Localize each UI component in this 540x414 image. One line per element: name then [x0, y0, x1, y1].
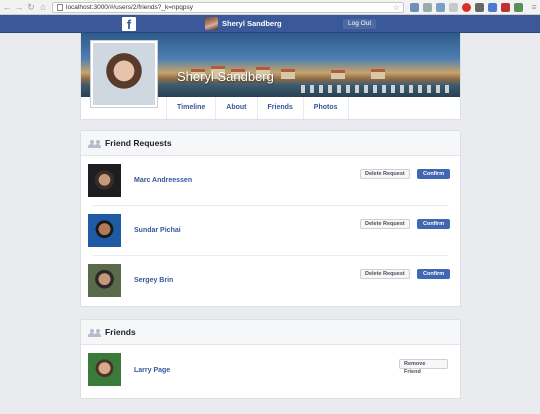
avatar[interactable] [88, 353, 121, 386]
friend-request-row: Sundar Pichai Delete Request Confirm [88, 206, 451, 256]
top-navbar: f Sheryl Sandberg Log Out [0, 15, 540, 33]
address-bar[interactable]: localhost:3000/#/users/2/friends?_k=npqp… [52, 2, 404, 13]
friends-title: Friends [105, 327, 136, 337]
logout-button[interactable]: Log Out [342, 18, 378, 30]
profile-picture[interactable] [90, 40, 158, 108]
extension-icon[interactable] [501, 3, 510, 12]
friends-header: Friends [81, 320, 460, 345]
confirm-button[interactable]: Confirm [417, 269, 451, 279]
delete-request-button[interactable]: Delete Request [360, 269, 410, 279]
facebook-logo-icon[interactable]: f [122, 17, 136, 31]
extension-icon[interactable] [410, 3, 419, 12]
extension-icon[interactable] [436, 3, 445, 12]
friend-requests-header: Friend Requests [81, 131, 460, 156]
extension-icon[interactable] [475, 3, 484, 12]
menu-icon[interactable]: ≡ [529, 2, 539, 12]
avatar[interactable] [88, 264, 121, 297]
page-icon [57, 4, 63, 11]
friend-row: Larry Page Remove Friend [88, 345, 448, 397]
friends-panel: Friends Larry Page Remove Friend [80, 319, 461, 399]
browser-toolbar: ← → ↻ ⌂ localhost:3000/#/users/2/friends… [0, 0, 540, 15]
avatar[interactable] [88, 214, 121, 247]
bookmark-star-icon[interactable]: ☆ [393, 3, 400, 13]
confirm-button[interactable]: Confirm [417, 169, 451, 179]
confirm-button[interactable]: Confirm [417, 219, 451, 229]
address-bar-url: localhost:3000/#/users/2/friends?_k=npqp… [66, 4, 194, 11]
extension-icon[interactable] [488, 3, 497, 12]
current-user-name[interactable]: Sheryl Sandberg [222, 19, 282, 28]
avatar[interactable] [88, 164, 121, 197]
friend-requests-icon [88, 138, 102, 148]
tab-about[interactable]: About [216, 97, 258, 119]
delete-request-button[interactable]: Delete Request [360, 219, 410, 229]
friends-icon [88, 327, 102, 337]
friend-name[interactable]: Larry Page [134, 367, 170, 374]
reload-icon[interactable]: ↻ [26, 2, 36, 12]
friend-requests-panel: Friend Requests Marc Andreessen Delete R… [80, 130, 461, 307]
tab-friends[interactable]: Friends [258, 97, 304, 119]
tab-timeline[interactable]: Timeline [166, 97, 217, 119]
profile-header: Sheryl Sandberg Timeline About Friends P… [80, 33, 461, 120]
avatar[interactable] [205, 17, 218, 30]
friend-requests-title: Friend Requests [105, 138, 172, 148]
home-icon[interactable]: ⌂ [38, 2, 48, 12]
remove-friend-button[interactable]: Remove Friend [399, 359, 448, 375]
friend-request-row: Marc Andreessen Delete Request Confirm [88, 156, 451, 206]
profile-tabs: Timeline About Friends Photos [166, 97, 349, 119]
delete-request-button[interactable]: Delete Request [360, 169, 410, 179]
friend-request-name[interactable]: Marc Andreessen [134, 177, 192, 184]
friend-request-name[interactable]: Sergey Brin [134, 277, 173, 284]
forward-arrow-icon[interactable]: → [14, 2, 24, 12]
back-arrow-icon[interactable]: ← [2, 2, 12, 12]
extension-icon[interactable] [514, 3, 523, 12]
extension-icon[interactable] [423, 3, 432, 12]
extension-icon[interactable] [462, 3, 471, 12]
tab-photos[interactable]: Photos [304, 97, 349, 119]
friend-request-row: Sergey Brin Delete Request Confirm [88, 256, 451, 306]
profile-name: Sheryl Sandberg [177, 69, 274, 84]
friend-request-name[interactable]: Sundar Pichai [134, 227, 181, 234]
extension-icon[interactable] [449, 3, 458, 12]
